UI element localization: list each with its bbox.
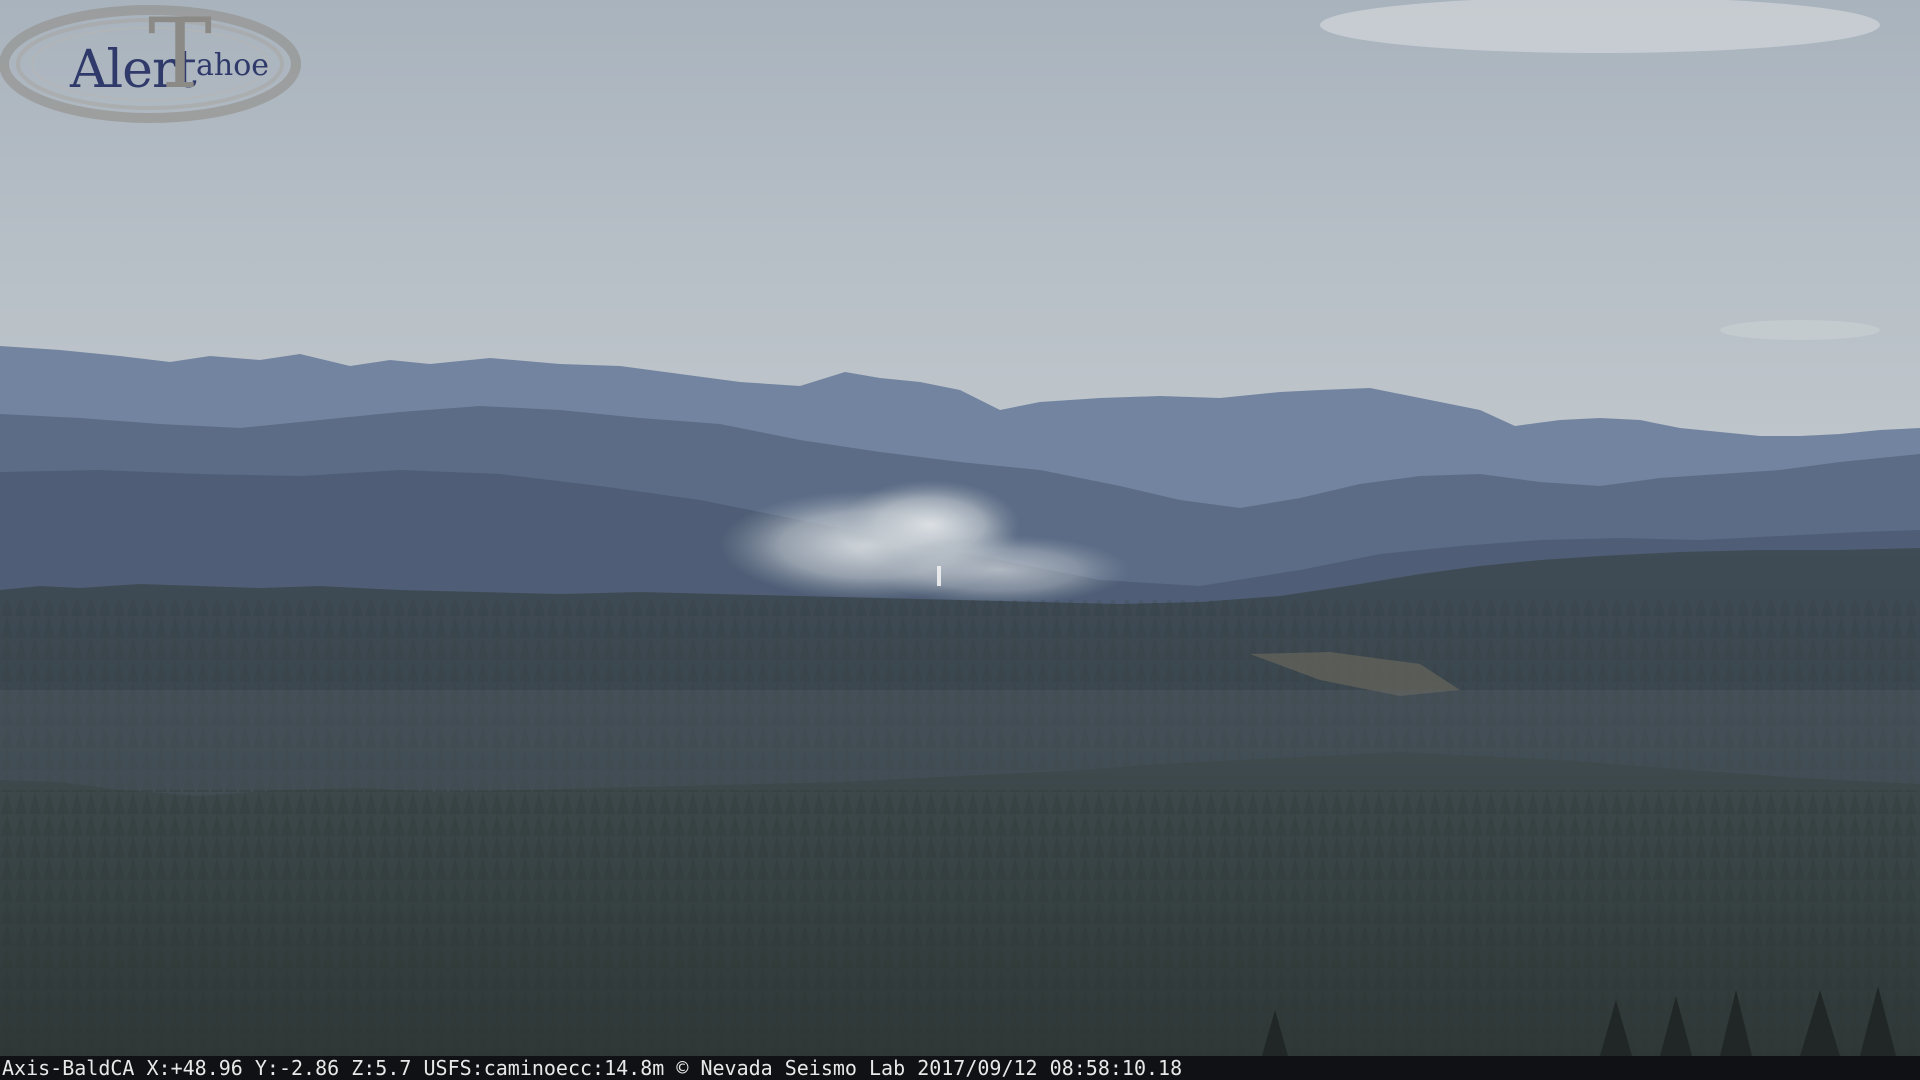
cloud-wisp <box>1720 320 1880 340</box>
camera-status-text: Axis-BaldCA X:+48.96 Y:-2.86 Z:5.7 USFS:… <box>2 1057 1182 1079</box>
foreground-texture <box>0 790 1920 1056</box>
smoke-source <box>937 566 941 586</box>
logo-word-ahoe: ahoe <box>196 48 270 83</box>
camera-name: Axis-BaldCA <box>2 1056 135 1080</box>
camera-status-bar: Axis-BaldCA X:+48.96 Y:-2.86 Z:5.7 USFS:… <box>0 1056 1920 1080</box>
alerttahoe-logo: Alert T ahoe <box>0 0 310 140</box>
webcam-frame: Alert T ahoe Axis-BaldCA X:+48.96 Y:-2.8… <box>0 0 1920 1080</box>
landscape-scene <box>0 0 1920 1056</box>
time: 08:58:10.18 <box>1049 1056 1183 1080</box>
zoom-z: Z:5.7 <box>351 1056 412 1080</box>
credit: © Nevada Seismo Lab <box>676 1056 906 1080</box>
pan-x: X:+48.96 <box>146 1056 243 1080</box>
date: 2017/09/12 <box>917 1056 1038 1080</box>
tilt-y: Y:-2.86 <box>254 1056 340 1080</box>
smoke-plume <box>870 535 1130 605</box>
usfs-reference: USFS:caminoecc:14.8m <box>423 1056 665 1080</box>
